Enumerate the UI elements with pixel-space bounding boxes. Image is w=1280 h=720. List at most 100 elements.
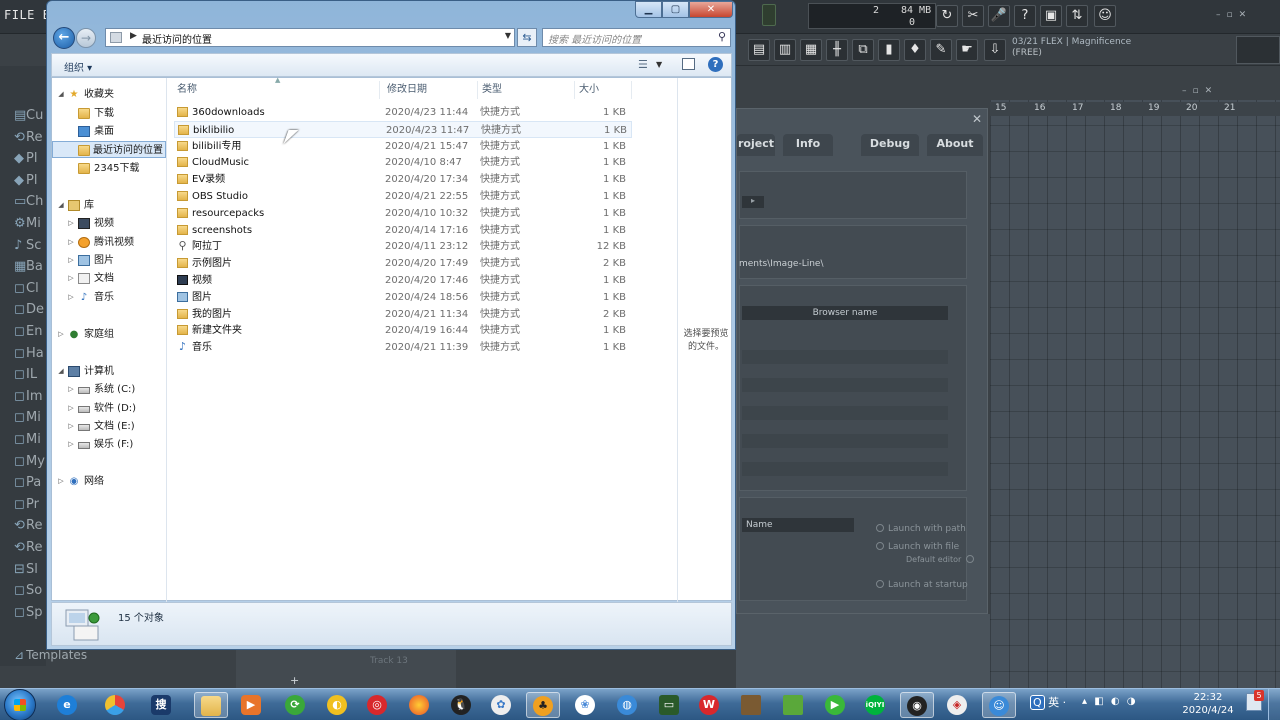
fl-browser-item[interactable]: ▦Ba (14, 259, 43, 274)
file-row[interactable]: 视频 2020/4/20 17:46 快捷方式 1 KB (174, 272, 632, 289)
fl-playlist-ruler[interactable]: 15 16 17 18 19 20 21 (990, 102, 1280, 116)
nav-pictures[interactable]: ▷ 图片 (52, 252, 166, 269)
fl-plugin-icon[interactable]: ▮ (878, 39, 900, 61)
fl-tools-icon[interactable]: ✎ (930, 39, 952, 61)
search-input[interactable]: 搜索 最近访问的位置 ⚲ (542, 28, 731, 47)
system-tray-icons[interactable]: ▴ ◧ ◐ ◑ (1082, 696, 1137, 707)
fl-help-icon[interactable]: ? (1014, 5, 1036, 27)
column-header-size[interactable]: 大小 (576, 81, 632, 99)
back-button[interactable]: ← (53, 27, 75, 49)
nav-favorites[interactable]: ◢ ★ 收藏夹 (52, 86, 166, 103)
iqiyi-icon[interactable]: iQIYI (858, 692, 892, 718)
show-desktop-button[interactable] (1268, 689, 1280, 720)
breadcrumb-separator-icon[interactable]: ▶ (130, 31, 137, 41)
fl-plugin-picker-icon[interactable]: ♦ (904, 39, 926, 61)
fl-channel-rack-icon[interactable]: ▦ (800, 39, 822, 61)
fl-browser-item[interactable]: ⚙Mi (14, 216, 41, 231)
fl-browser-item-templates[interactable]: ⊿ Templates (14, 648, 87, 662)
tab-about[interactable]: About (927, 134, 983, 156)
refresh-button[interactable]: ⇆ (517, 28, 537, 47)
file-row[interactable]: biklibilio 2020/4/23 11:47 快捷方式 1 KB (174, 120, 632, 138)
start-button[interactable] (4, 689, 36, 720)
fl-browser-item[interactable]: ◻Im (14, 389, 43, 404)
fl-browser-item[interactable]: ◻Cl (14, 281, 39, 296)
fl-studio-taskbar-icon[interactable]: ♣ (526, 692, 560, 718)
nav-drive-d[interactable]: ▷ 软件 (D:) (52, 400, 166, 417)
tab-project[interactable]: roject (737, 134, 775, 156)
column-header-name[interactable]: 名称 (174, 81, 380, 99)
fl-mixer-strip-icon[interactable]: ╫ (826, 39, 848, 61)
nav-computer[interactable]: ◢ 计算机 (52, 363, 166, 380)
fl-playlist-grid[interactable] (990, 100, 1280, 688)
nav-downloads[interactable]: 下载 (52, 105, 166, 122)
minimize-button[interactable]: ▁ (635, 1, 662, 18)
fl-browser-item[interactable]: ▤Cu (14, 108, 43, 123)
360-browser-icon[interactable]: ◐ (320, 692, 354, 718)
fl-playlist-switch[interactable] (1236, 36, 1280, 64)
opt-default-editor[interactable]: Default editor (906, 555, 974, 564)
taskbar-clock[interactable]: 22:32 2020/4/24 (1178, 691, 1238, 717)
file-row[interactable]: 新建文件夹 2020/4/19 16:44 快捷方式 1 KB (174, 322, 632, 339)
nav-2345-downloads[interactable]: 2345下载 (52, 160, 166, 177)
fl-download-icon[interactable]: ⇩ (984, 39, 1006, 61)
fl-touch-icon[interactable]: ☛ (956, 39, 978, 61)
nav-recent-places[interactable]: 最近访问的位置 (52, 141, 166, 158)
file-row[interactable]: 示例图片 2020/4/20 17:49 快捷方式 2 KB (174, 255, 632, 272)
column-header-date[interactable]: 修改日期 (384, 81, 478, 99)
file-row[interactable]: bilibili专用 2020/4/21 15:47 快捷方式 1 KB (174, 138, 632, 155)
file-row[interactable]: ♪ 音乐 2020/4/21 11:39 快捷方式 1 KB (174, 339, 632, 356)
qq-icon[interactable]: 🐧 (444, 692, 478, 718)
fl-settings-close-icon[interactable]: ✕ (972, 112, 982, 126)
nav-libraries[interactable]: ◢ 库 (52, 197, 166, 214)
nav-network[interactable]: ▷ ◉ 网络 (52, 473, 166, 490)
file-row[interactable]: ⚲ 阿拉丁 2020/4/11 23:12 快捷方式 12 KB (174, 238, 632, 255)
fl-dropdown-arrow-icon[interactable]: ▸ (742, 196, 764, 208)
nav-drive-f[interactable]: ▷ 娱乐 (F:) (52, 436, 166, 453)
fl-toggle-icon[interactable] (762, 4, 776, 26)
fl-browser-item[interactable]: ◻IL (14, 367, 37, 382)
organize-button[interactable]: 组织 ▾ (64, 59, 92, 74)
fl-browser-item[interactable]: ⟲Re (14, 518, 42, 533)
media-play-icon[interactable]: ▶ (818, 692, 852, 718)
fl-piano-roll-icon[interactable]: ▥ (774, 39, 796, 61)
opt-launch-with-file[interactable]: Launch with file (876, 542, 959, 552)
fl-browser-item[interactable]: ◻Mi (14, 410, 41, 425)
sogou-search-icon[interactable]: 搜 (144, 692, 178, 718)
file-row[interactable]: OBS Studio 2020/4/21 22:55 快捷方式 1 KB (174, 188, 632, 205)
help-icon[interactable]: ? (708, 57, 723, 72)
fl-playlist-window-controls[interactable]: –▫✕ (1182, 86, 1218, 96)
nav-music[interactable]: ▷ ♪ 音乐 (52, 289, 166, 306)
fl-browser-item[interactable]: ◻Sp (14, 605, 43, 620)
fl-mixer-icon[interactable]: ⇅ (1066, 5, 1088, 27)
change-view-icon[interactable]: ☰ (638, 58, 648, 71)
nav-tencent-video[interactable]: ▷ 腾讯视频 (52, 234, 166, 251)
nav-drive-e[interactable]: ▷ 文档 (E:) (52, 418, 166, 435)
fl-browser-item[interactable]: ♪ Sc (14, 238, 41, 253)
maximize-button[interactable]: ▢ (662, 1, 689, 18)
file-row[interactable]: resourcepacks 2020/4/10 10:32 快捷方式 1 KB (174, 205, 632, 222)
screen-recorder-icon[interactable]: ◈ (940, 692, 974, 718)
nav-homegroup[interactable]: ▷ ● 家庭组 (52, 326, 166, 343)
address-bar[interactable]: ▶ 最近访问的位置 ▼ (105, 28, 515, 47)
nav-videos[interactable]: ▷ 视频 (52, 215, 166, 232)
terminal-app-icon[interactable]: ▭ (652, 692, 686, 718)
file-row[interactable]: CloudMusic 2020/4/10 8:47 快捷方式 1 KB (174, 154, 632, 171)
file-row[interactable]: EV录频 2020/4/20 17:34 快捷方式 1 KB (174, 171, 632, 188)
fl-browser-icon[interactable]: ⧉ (852, 39, 874, 61)
fl-browser-item[interactable]: ◻Mi (14, 432, 41, 447)
input-method-indicator[interactable]: Q 英 · (1030, 694, 1066, 710)
fl-browser-item[interactable]: ◻Pr (14, 497, 39, 512)
file-row[interactable]: 我的图片 2020/4/21 11:34 快捷方式 2 KB (174, 306, 632, 323)
opt-launch-with-path[interactable]: Launch with path (876, 524, 966, 534)
fl-browser-item[interactable]: ◻My (14, 454, 45, 469)
file-row[interactable]: screenshots 2020/4/14 17:16 快捷方式 1 KB (174, 222, 632, 239)
opt-launch-at-startup[interactable]: Launch at startup (876, 580, 968, 590)
nav-documents[interactable]: ▷ 文档 (52, 270, 166, 287)
fl-browser-item[interactable]: ⟲Re (14, 540, 42, 555)
fl-window-controls[interactable]: –▫✕ (1216, 10, 1252, 20)
fl-playlist-icon[interactable]: ▤ (748, 39, 770, 61)
nav-drive-c[interactable]: ▷ 系统 (C:) (52, 381, 166, 398)
fl-browser-item[interactable]: ▭Ch (14, 194, 43, 209)
forward-button[interactable]: → (76, 28, 96, 48)
obs-studio-icon[interactable]: ◉ (900, 692, 934, 718)
